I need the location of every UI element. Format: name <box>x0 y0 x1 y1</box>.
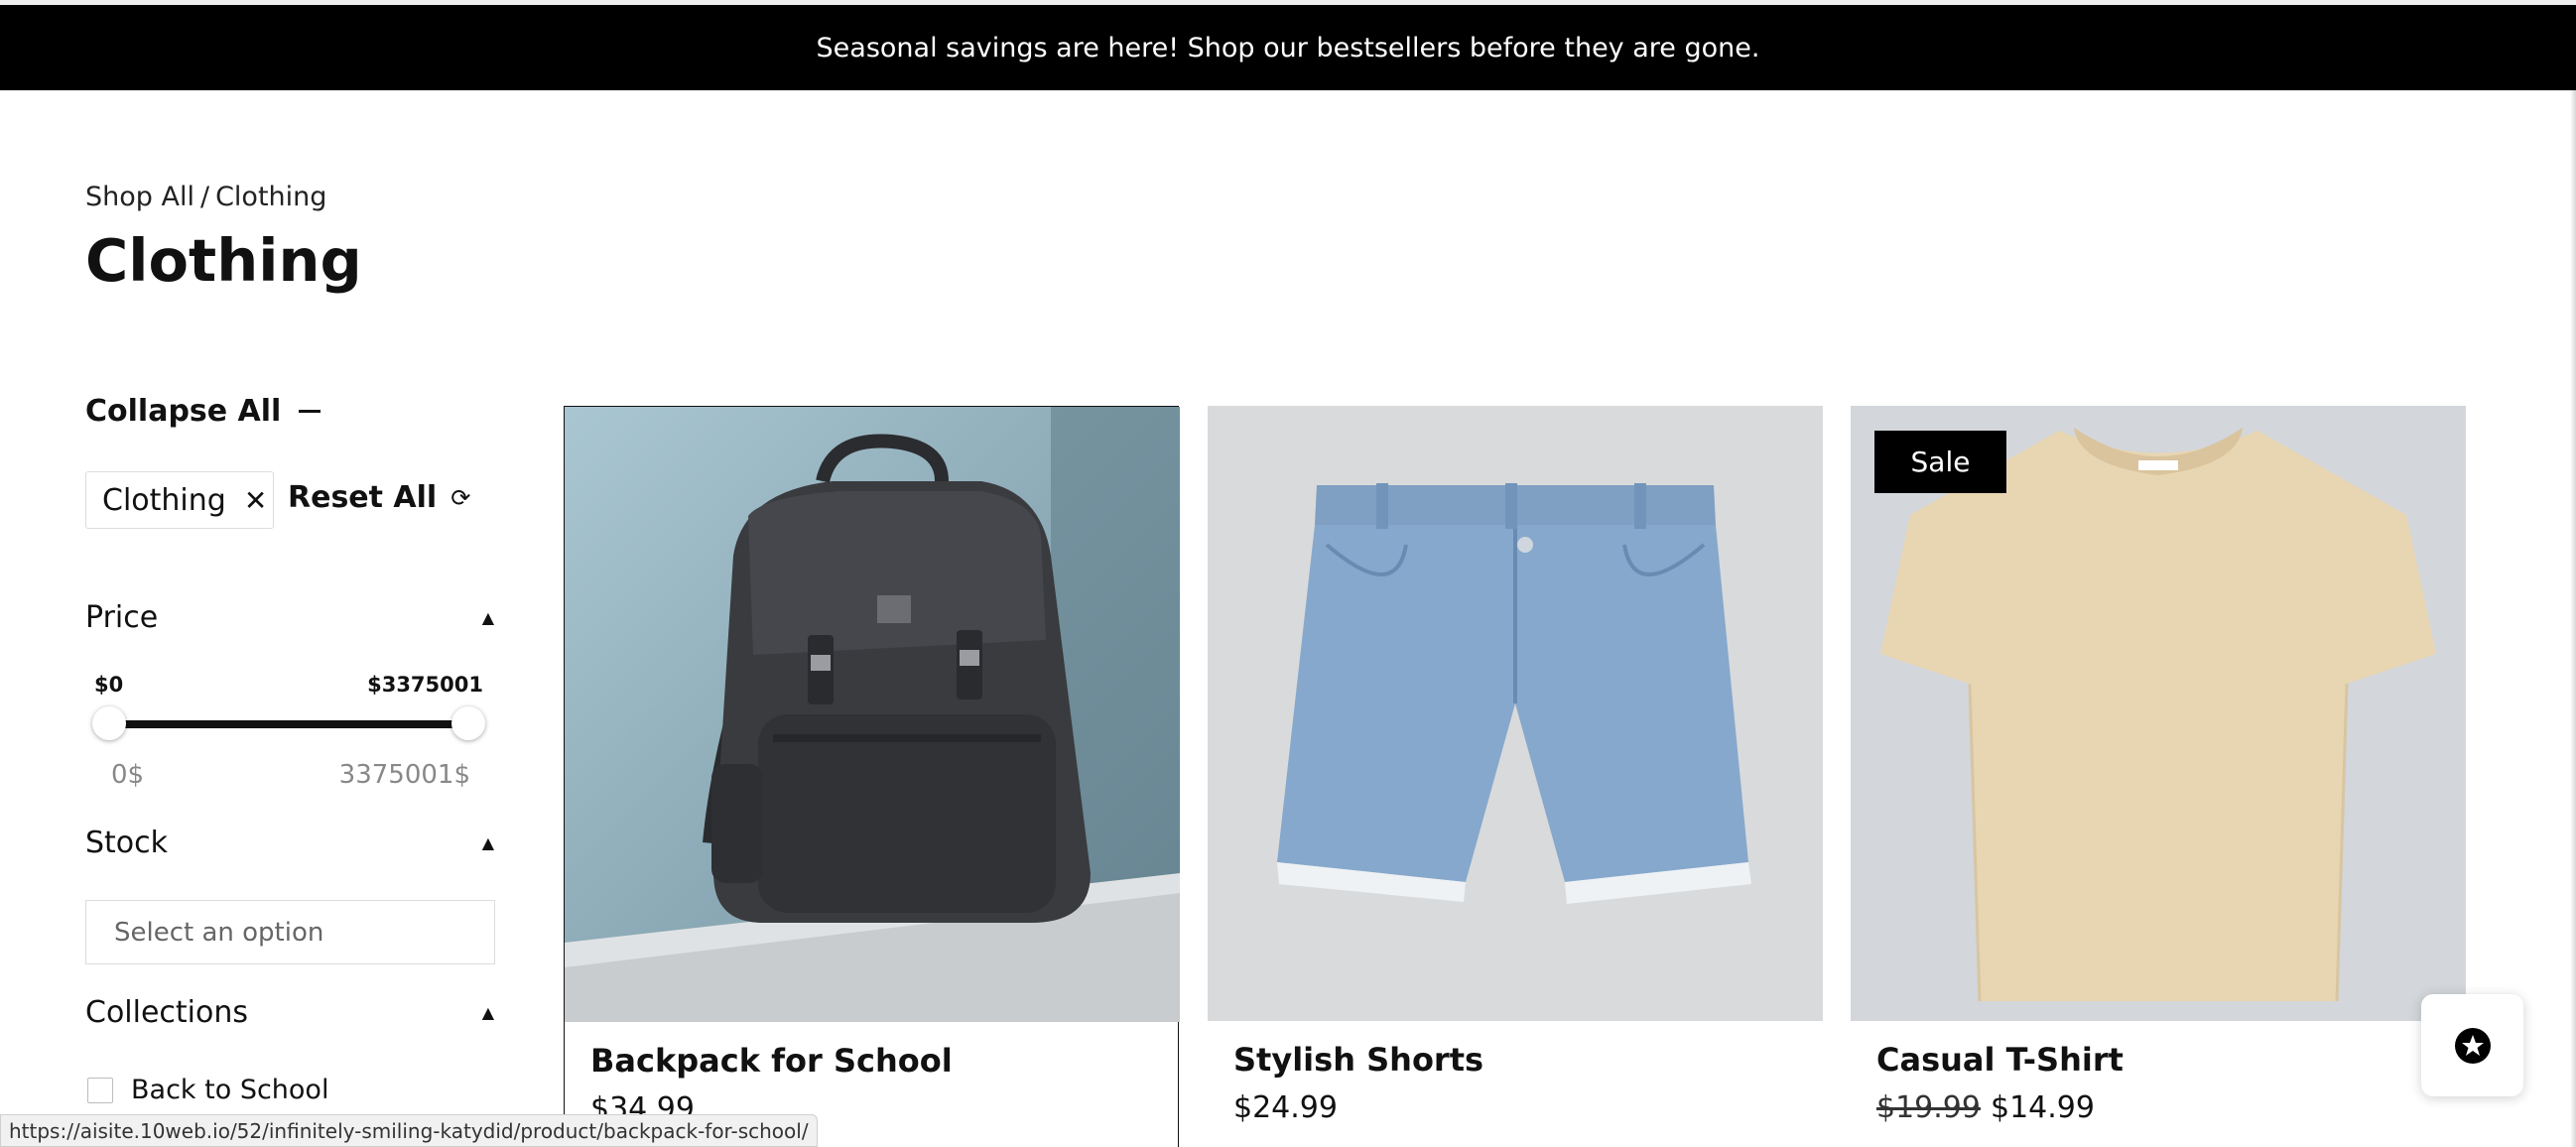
collections-filter-title: Collections <box>85 995 249 1030</box>
price-max-label: $3375001 <box>367 673 483 697</box>
product-current-price: $24.99 <box>1233 1090 1338 1125</box>
active-filter-chip[interactable]: Clothing ✕ <box>85 471 274 529</box>
product-name[interactable]: Backpack for School <box>590 1042 953 1080</box>
product-card[interactable]: Stylish Shorts $24.99 <box>1208 406 1823 1147</box>
product-image-backpack[interactable] <box>565 407 1180 1022</box>
status-bar-url: https://aisite.10web.io/52/infinitely-sm… <box>0 1114 818 1147</box>
chat-star-icon <box>2454 1027 2491 1064</box>
collapse-all-label: Collapse All <box>85 394 282 429</box>
product-old-price: $19.99 <box>1876 1090 1981 1125</box>
product-card[interactable]: Sale Casual T-Shirt $19.99 $14.99 <box>1851 406 2466 1147</box>
announcement-text: Seasonal savings are here! Shop our best… <box>816 32 1760 64</box>
price-filter-title: Price <box>85 600 159 635</box>
price-min-input[interactable]: 0$ <box>111 760 144 790</box>
price-range-labels: $0 $3375001 <box>94 673 483 697</box>
checkbox[interactable] <box>87 1077 113 1103</box>
breadcrumb-current: Clothing <box>215 182 327 212</box>
reset-all-button[interactable]: Reset All ⟳ <box>288 480 470 515</box>
refresh-icon: ⟳ <box>451 483 471 512</box>
product-price: $19.99 $14.99 <box>1876 1090 2095 1125</box>
breadcrumb: Shop All / Clothing <box>85 182 326 212</box>
stock-filter-header[interactable]: Stock ▲ <box>85 826 494 860</box>
product-name[interactable]: Stylish Shorts <box>1233 1041 1483 1079</box>
stock-filter-title: Stock <box>85 826 169 860</box>
stock-select[interactable]: Select an option <box>85 900 495 964</box>
announcement-bar: Seasonal savings are here! Shop our best… <box>0 5 2576 90</box>
price-slider-max-handle[interactable] <box>451 706 485 740</box>
collection-option-back-to-school[interactable]: Back to School <box>87 1075 328 1105</box>
window-edge <box>2570 90 2576 1147</box>
price-slider-track[interactable] <box>109 720 466 728</box>
close-icon[interactable]: ✕ <box>244 484 267 517</box>
product-card[interactable]: Backpack for School $34.99 <box>564 406 1180 1147</box>
active-filter-label: Clothing <box>102 482 226 518</box>
collection-option-label: Back to School <box>131 1075 329 1105</box>
collapse-all-button[interactable]: Collapse All <box>85 394 322 429</box>
stock-select-placeholder: Select an option <box>114 917 324 948</box>
price-inputs: 0$ 3375001$ <box>111 760 470 790</box>
product-current-price: $14.99 <box>1990 1090 2095 1125</box>
product-image-shorts[interactable] <box>1208 406 1823 1021</box>
collections-filter-header[interactable]: Collections ▲ <box>85 995 494 1030</box>
price-slider-min-handle[interactable] <box>92 706 126 740</box>
page-title: Clothing <box>85 226 362 295</box>
price-min-label: $0 <box>94 673 124 697</box>
breadcrumb-separator: / <box>199 182 210 212</box>
breadcrumb-shop-all[interactable]: Shop All <box>85 182 194 212</box>
chevron-up-icon: ▲ <box>481 1003 494 1022</box>
chevron-up-icon: ▲ <box>481 833 494 852</box>
chat-widget-button[interactable] <box>2421 994 2523 1096</box>
sale-badge: Sale <box>1874 431 2006 493</box>
reset-all-label: Reset All <box>288 480 438 515</box>
minus-icon <box>299 410 322 413</box>
price-filter-header[interactable]: Price ▲ <box>85 600 494 635</box>
price-max-input[interactable]: 3375001$ <box>339 760 470 790</box>
chevron-up-icon: ▲ <box>481 608 494 627</box>
product-price: $24.99 <box>1233 1090 1338 1125</box>
product-name[interactable]: Casual T-Shirt <box>1876 1041 2124 1079</box>
product-image-tshirt[interactable] <box>1851 406 2466 1021</box>
